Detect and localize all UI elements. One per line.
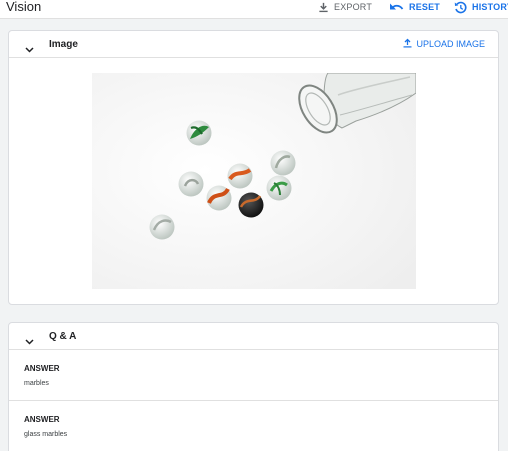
export-label: EXPORT — [334, 2, 373, 12]
uploaded-photo — [92, 73, 416, 289]
answer-value: glass marbles — [24, 431, 68, 438]
image-panel-title: Image — [49, 39, 78, 50]
reset-button[interactable]: RESET — [389, 0, 440, 14]
export-button[interactable]: EXPORT — [318, 0, 372, 14]
history-button[interactable]: HISTORY — [454, 0, 508, 14]
app-title: Vision — [6, 0, 42, 14]
answer-value: marbles — [24, 380, 49, 387]
history-icon — [454, 1, 472, 14]
marble-white-lower — [149, 214, 175, 240]
qa-panel-header[interactable]: Q & A — [9, 323, 498, 350]
undo-icon — [389, 2, 409, 12]
qa-panel-title: Q & A — [49, 331, 77, 342]
upload-image-button[interactable]: UPLOAD IMAGE — [403, 38, 485, 50]
marble-black — [238, 192, 264, 218]
marble-orange-left — [206, 185, 232, 211]
qa-answer-item: ANSWER marbles — [9, 350, 498, 401]
qa-answer-item: ANSWER glass marbles — [9, 401, 498, 451]
marble-white-top — [270, 150, 296, 176]
marble-white-left — [178, 171, 204, 197]
chevron-down-icon[interactable] — [25, 332, 34, 350]
reset-label: RESET — [409, 2, 441, 12]
answer-label: ANSWER — [24, 415, 60, 424]
marble-orange-mid — [227, 163, 253, 189]
upload-image-label: UPLOAD IMAGE — [416, 39, 485, 49]
download-icon — [318, 2, 334, 13]
marble-green-solo — [186, 120, 212, 146]
chevron-down-icon[interactable] — [25, 40, 34, 58]
qa-panel: Q & A ANSWER marbles ANSWER glass marble… — [8, 322, 499, 451]
marble-green-right — [266, 175, 292, 201]
image-panel: Image UPLOAD IMAGE — [8, 30, 499, 305]
answer-label: ANSWER — [24, 364, 60, 373]
top-app-bar: Vision EXPORT RESET HISTORY — [0, 0, 508, 19]
history-label: HISTORY — [472, 2, 508, 12]
upload-icon — [403, 38, 416, 50]
image-panel-header[interactable]: Image UPLOAD IMAGE — [9, 31, 498, 58]
